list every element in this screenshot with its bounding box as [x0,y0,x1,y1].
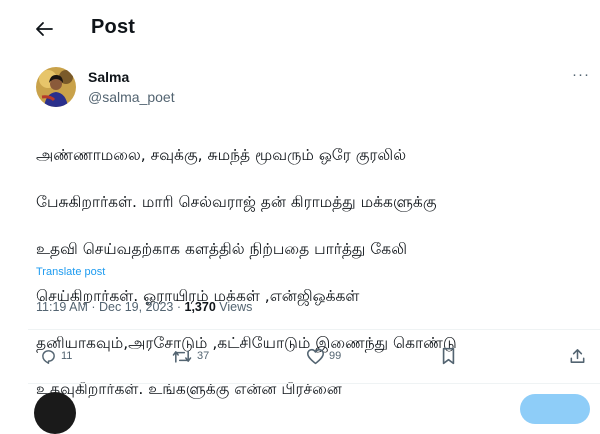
repost-count: 37 [197,350,210,362]
translate-post-link[interactable]: Translate post [36,266,105,278]
page-title: Post [91,16,136,38]
post-text-line: அண்ணாமலை, சவுக்கு, சுமந்த் மூவரும் ஒரே க… [36,146,407,165]
post-text-line: உதவி செய்வதற்காக களத்தில் நிற்பதை பார்த்… [36,240,407,259]
reply-composer-avatar[interactable] [34,392,76,434]
divider [28,329,600,330]
author-handle[interactable]: @salma_poet [88,89,175,105]
reply-icon [42,349,55,364]
like-button[interactable]: 99 [306,343,341,369]
avatar[interactable] [36,67,76,107]
avatar-image [36,67,76,107]
repost-button[interactable]: 37 [171,343,209,369]
arrow-left-icon [36,22,53,36]
post-text: அண்ணாமலை, சவுக்கு, சுமந்த் மூவரும் ஒரே க… [36,121,596,425]
repost-icon [172,349,192,363]
meta-separator: · [176,300,185,314]
reply-count: 11 [61,350,73,362]
post-meta: 11:19 AM · Dec 19, 2023 · 1,370 Views [36,300,252,314]
post-time[interactable]: 11:19 AM [36,300,88,314]
top-bar: Post [0,0,600,56]
views-count: 1,370 [184,300,216,314]
reply-submit-button[interactable] [520,394,590,424]
reply-button[interactable]: 11 [40,343,72,369]
post-text-line: பேசுகிறார்கள். மாரி செல்வராஜ் தன் கிராமத… [36,193,437,212]
more-button[interactable]: ··· [572,66,600,88]
bookmark-icon [442,347,455,365]
back-button[interactable] [26,14,62,44]
post-date[interactable]: Dec 19, 2023 [99,300,173,314]
like-count: 99 [329,350,342,362]
bookmark-button[interactable] [441,343,456,369]
post-text-line: உதவுகிறார்கள். உங்களுக்கு என்ன பிரச்னை [36,380,342,399]
share-icon [570,349,585,363]
meta-separator: · [91,300,100,314]
author-name[interactable]: Salma [88,69,129,85]
views-label: Views [219,300,253,314]
share-button[interactable] [569,343,586,369]
more-icon: ··· [572,66,590,83]
like-icon [307,348,324,364]
divider [28,383,600,384]
